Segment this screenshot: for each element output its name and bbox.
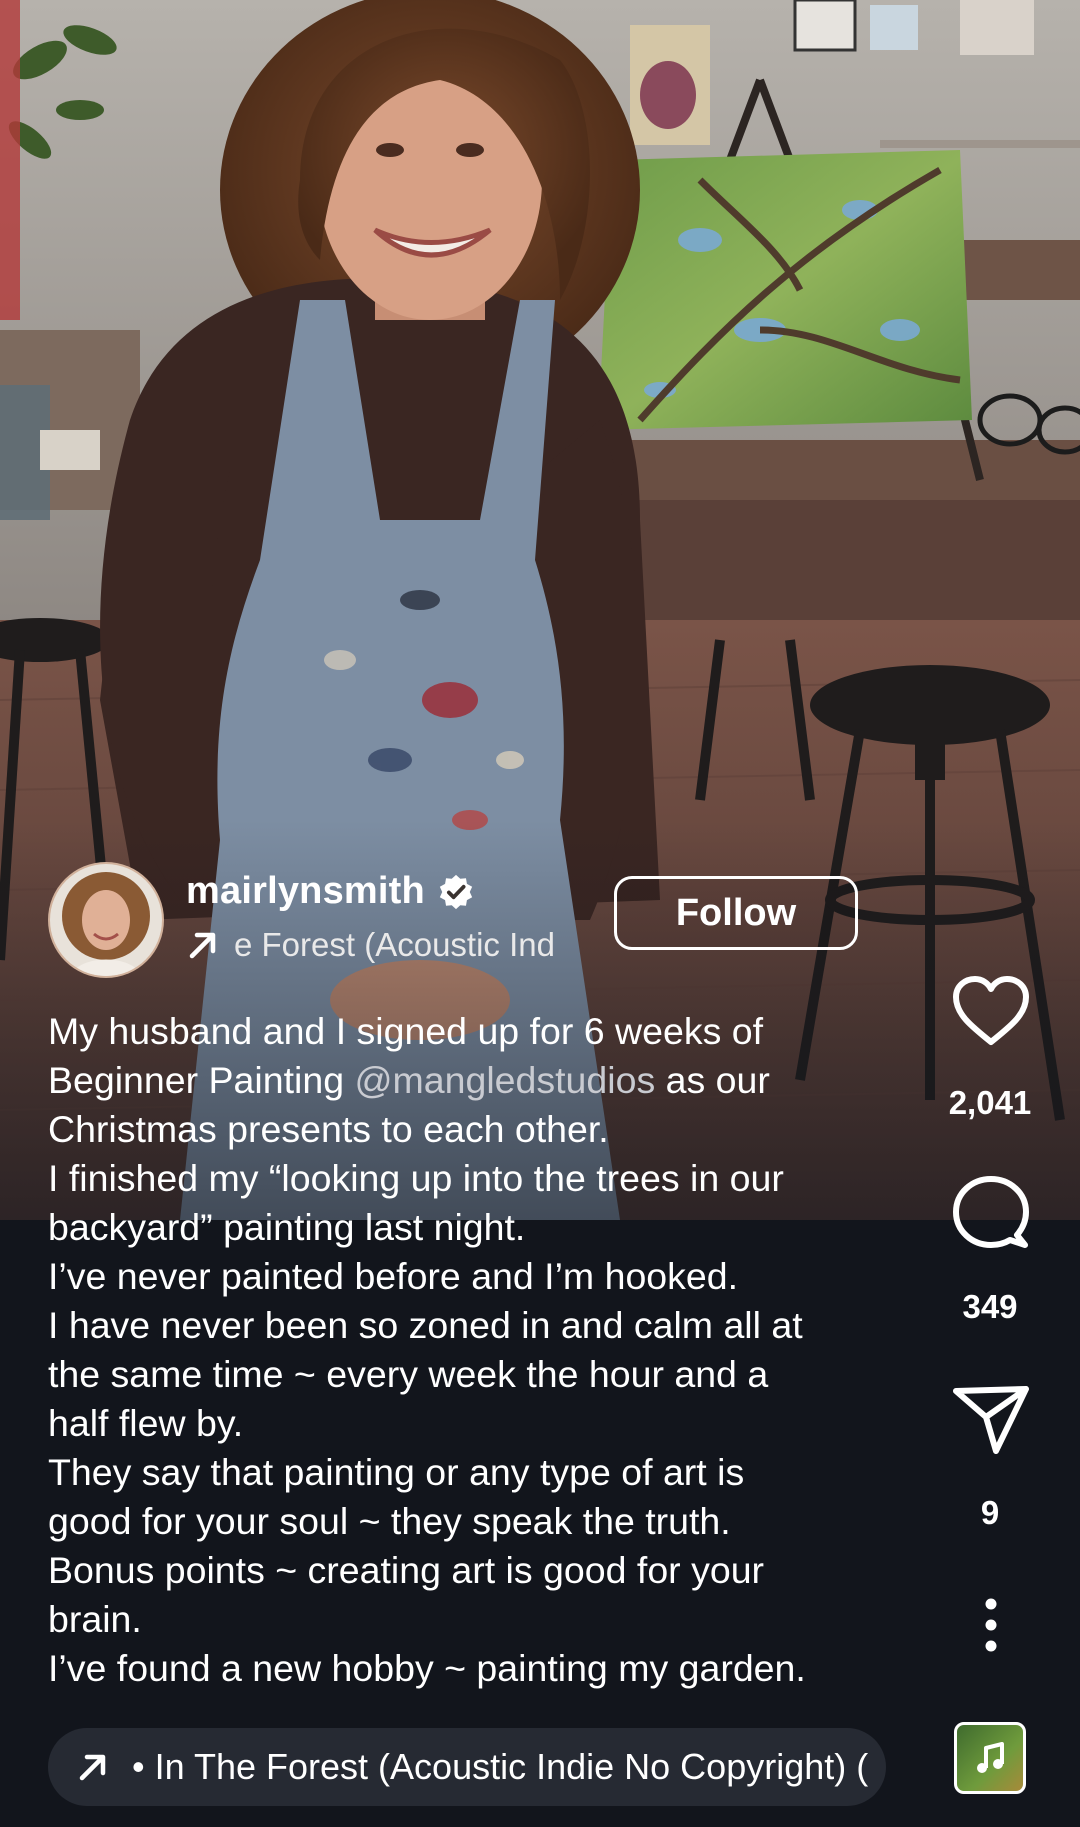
more-vertical-icon — [985, 1598, 997, 1652]
post-caption[interactable]: My husband and I signed up for 6 weeks o… — [48, 1007, 918, 1693]
audio-album-art[interactable] — [954, 1722, 1026, 1794]
audio-attribution[interactable]: e Forest (Acoustic Ind — [186, 926, 555, 964]
caption-line: I finished my “looking up into the trees… — [48, 1154, 918, 1203]
caption-line: Beginner Painting @mangledstudios as our — [48, 1056, 918, 1105]
heart-icon — [953, 976, 1029, 1045]
caption-text: as our — [655, 1059, 770, 1101]
caption-text: half flew by. — [48, 1402, 244, 1444]
caption-line: backyard” painting last night. — [48, 1203, 918, 1252]
like-button[interactable] — [948, 968, 1034, 1054]
caption-text: My husband and I signed up for 6 weeks o… — [48, 1010, 764, 1052]
caption-text: Beginner Painting — [48, 1059, 355, 1101]
caption-text: the same time ~ every week the hour and … — [48, 1353, 769, 1395]
arrow-up-right-icon — [189, 932, 216, 959]
avatar[interactable] — [48, 862, 164, 978]
caption-line: My husband and I signed up for 6 weeks o… — [48, 1007, 918, 1056]
audio-track-name: • In The Forest (Acoustic Indie No Copyr… — [132, 1746, 869, 1787]
caption-text: I have never been so zoned in and calm a… — [48, 1304, 803, 1346]
caption-line: brain. — [48, 1595, 918, 1644]
caption-line: good for your soul ~ they speak the trut… — [48, 1497, 918, 1546]
username-row[interactable]: mairlynsmith — [186, 870, 475, 913]
caption-text: They say that painting or any type of ar… — [48, 1451, 745, 1493]
caption-line: Bonus points ~ creating art is good for … — [48, 1546, 918, 1595]
caption-text: Christmas presents to each other. — [48, 1108, 609, 1150]
comment-button[interactable] — [948, 1170, 1034, 1256]
caption-text: I finished my “looking up into the trees… — [48, 1157, 784, 1199]
caption-line: I have never been so zoned in and calm a… — [48, 1301, 918, 1350]
caption-line: They say that painting or any type of ar… — [48, 1448, 918, 1497]
verified-badge-icon — [439, 874, 473, 909]
caption-text: I’ve found a new hobby ~ painting my gar… — [48, 1647, 806, 1689]
comment-count[interactable]: 349 — [930, 1288, 1050, 1326]
comment-bubble-icon — [953, 1176, 1029, 1248]
caption-text: good for your soul ~ they speak the trut… — [48, 1500, 731, 1542]
caption-line: I’ve never painted before and I’m hooked… — [48, 1252, 918, 1301]
audio-track-pill[interactable]: • In The Forest (Acoustic Indie No Copyr… — [48, 1728, 886, 1806]
paper-plane-icon — [953, 1386, 1029, 1454]
caption-line: half flew by. — [48, 1399, 918, 1448]
follow-button[interactable]: Follow — [614, 876, 858, 950]
music-note-icon — [977, 1742, 1004, 1773]
share-button[interactable] — [948, 1376, 1034, 1462]
share-count[interactable]: 9 — [930, 1494, 1050, 1532]
audio-marquee-text: e Forest (Acoustic Ind — [234, 926, 555, 963]
caption-text: backyard” painting last night. — [48, 1206, 526, 1248]
mention-link[interactable]: @mangledstudios — [354, 1059, 655, 1101]
caption-text: Bonus points ~ creating art is good for … — [48, 1549, 765, 1591]
caption-line: I’ve found a new hobby ~ painting my gar… — [48, 1644, 918, 1693]
like-count[interactable]: 2,041 — [930, 1084, 1050, 1122]
more-options-button[interactable] — [948, 1582, 1034, 1668]
caption-text: brain. — [48, 1598, 142, 1640]
username[interactable]: mairlynsmith — [186, 870, 425, 913]
avatar-image — [50, 864, 162, 976]
caption-line: Christmas presents to each other. — [48, 1105, 918, 1154]
caption-line: the same time ~ every week the hour and … — [48, 1350, 918, 1399]
caption-text: I’ve never painted before and I’m hooked… — [48, 1255, 739, 1297]
arrow-up-right-icon — [79, 1754, 106, 1781]
